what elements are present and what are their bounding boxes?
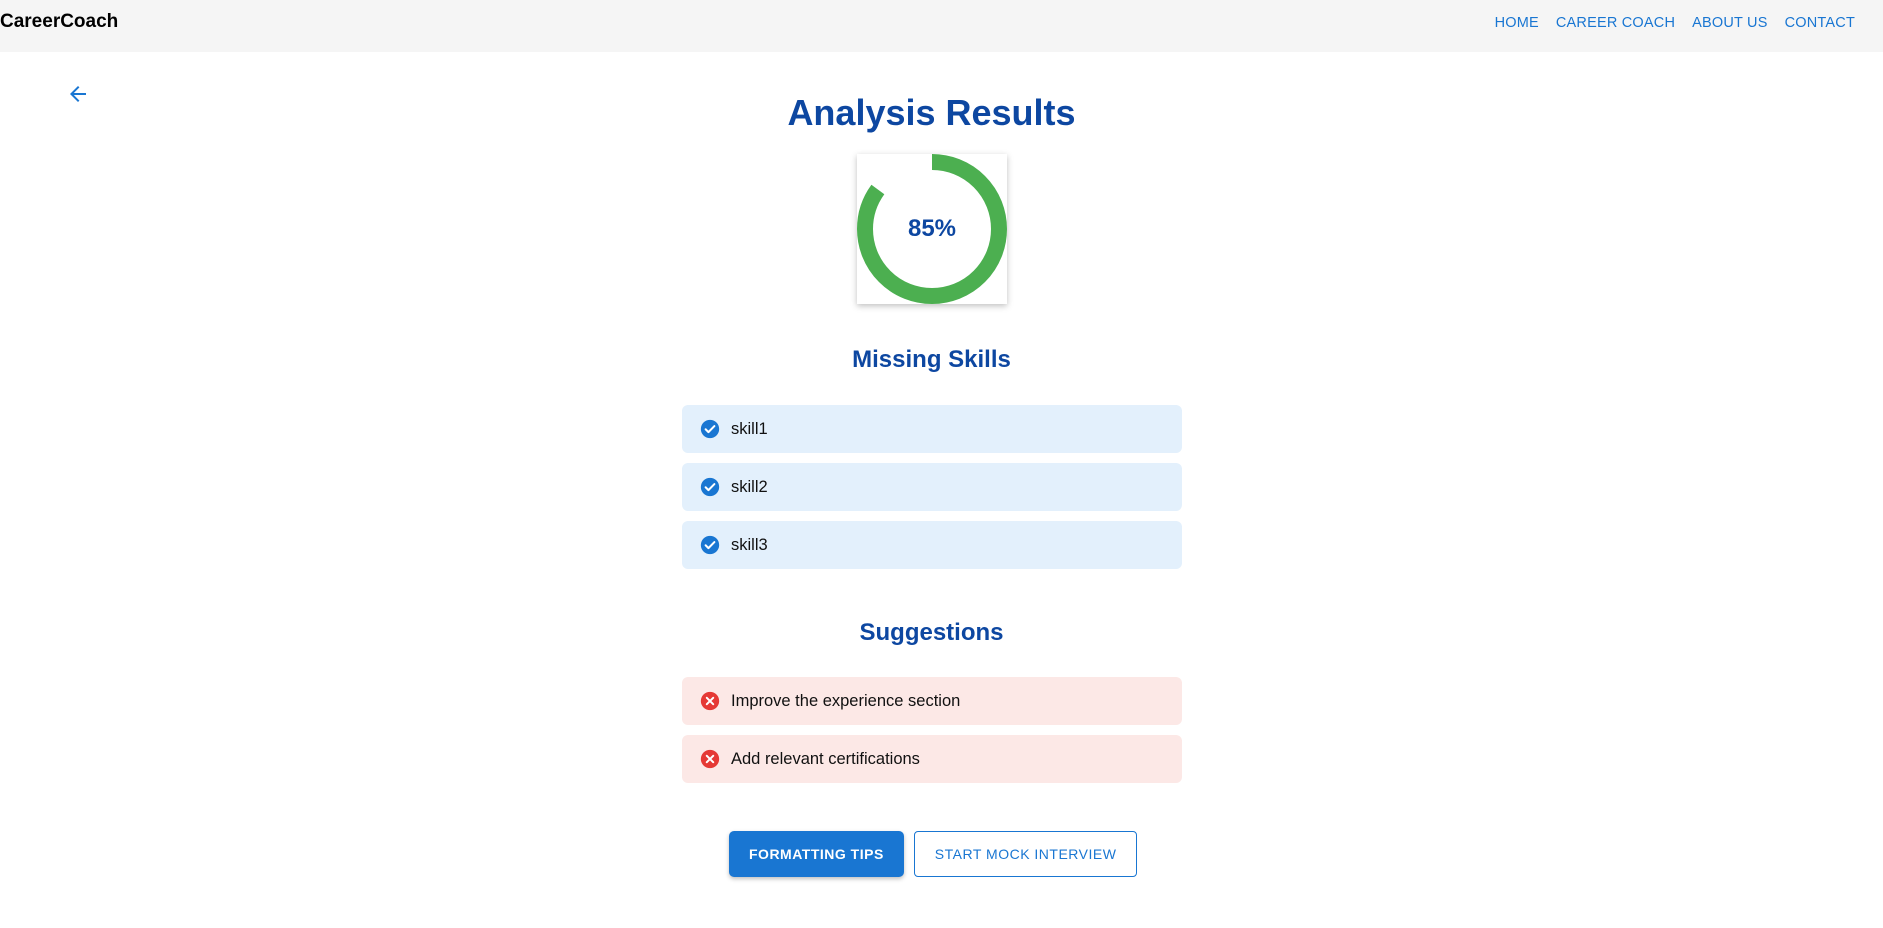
- nav-home[interactable]: HOME: [1495, 15, 1539, 31]
- missing-skills-list: skill1 skill2 skill3: [682, 405, 1182, 579]
- check-circle-icon: [700, 419, 720, 439]
- check-circle-icon: [700, 477, 720, 497]
- skill-label: skill2: [731, 477, 768, 496]
- list-item: skill3: [682, 521, 1182, 569]
- skill-label: skill3: [731, 535, 768, 554]
- list-item: skill2: [682, 463, 1182, 511]
- score-value: 85%: [907, 215, 957, 242]
- suggestions-title: Suggestions: [859, 619, 1004, 646]
- suggestion-label: Improve the experience section: [731, 691, 961, 710]
- brand-logo[interactable]: CareerCoach: [0, 11, 118, 33]
- page-title: Analysis Results: [787, 92, 1076, 133]
- start-mock-interview-button[interactable]: START MOCK INTERVIEW: [913, 831, 1138, 877]
- check-circle-icon: [700, 535, 720, 555]
- score-card: 85%: [857, 154, 1007, 304]
- nav-career-coach[interactable]: CAREER COACH: [1556, 15, 1675, 31]
- suggestions-list: Improve the experience section Add relev…: [682, 677, 1182, 793]
- close-circle-icon: [700, 691, 720, 711]
- skill-label: skill1: [731, 419, 768, 438]
- list-item: Add relevant certifications: [682, 735, 1182, 783]
- top-app-bar: CareerCoach HOME CAREER COACH ABOUT US C…: [0, 0, 1883, 52]
- formatting-tips-button[interactable]: FORMATTING TIPS: [729, 831, 904, 877]
- suggestion-label: Add relevant certifications: [731, 749, 920, 768]
- close-circle-icon: [700, 749, 720, 769]
- list-item: Improve the experience section: [682, 677, 1182, 725]
- nav-contact[interactable]: CONTACT: [1785, 15, 1855, 31]
- list-item: skill1: [682, 405, 1182, 453]
- main-nav: HOME CAREER COACH ABOUT US CONTACT: [1495, 15, 1855, 31]
- nav-about-us[interactable]: ABOUT US: [1692, 15, 1767, 31]
- missing-skills-title: Missing Skills: [852, 346, 1011, 373]
- action-buttons: FORMATTING TIPS START MOCK INTERVIEW: [729, 831, 1138, 877]
